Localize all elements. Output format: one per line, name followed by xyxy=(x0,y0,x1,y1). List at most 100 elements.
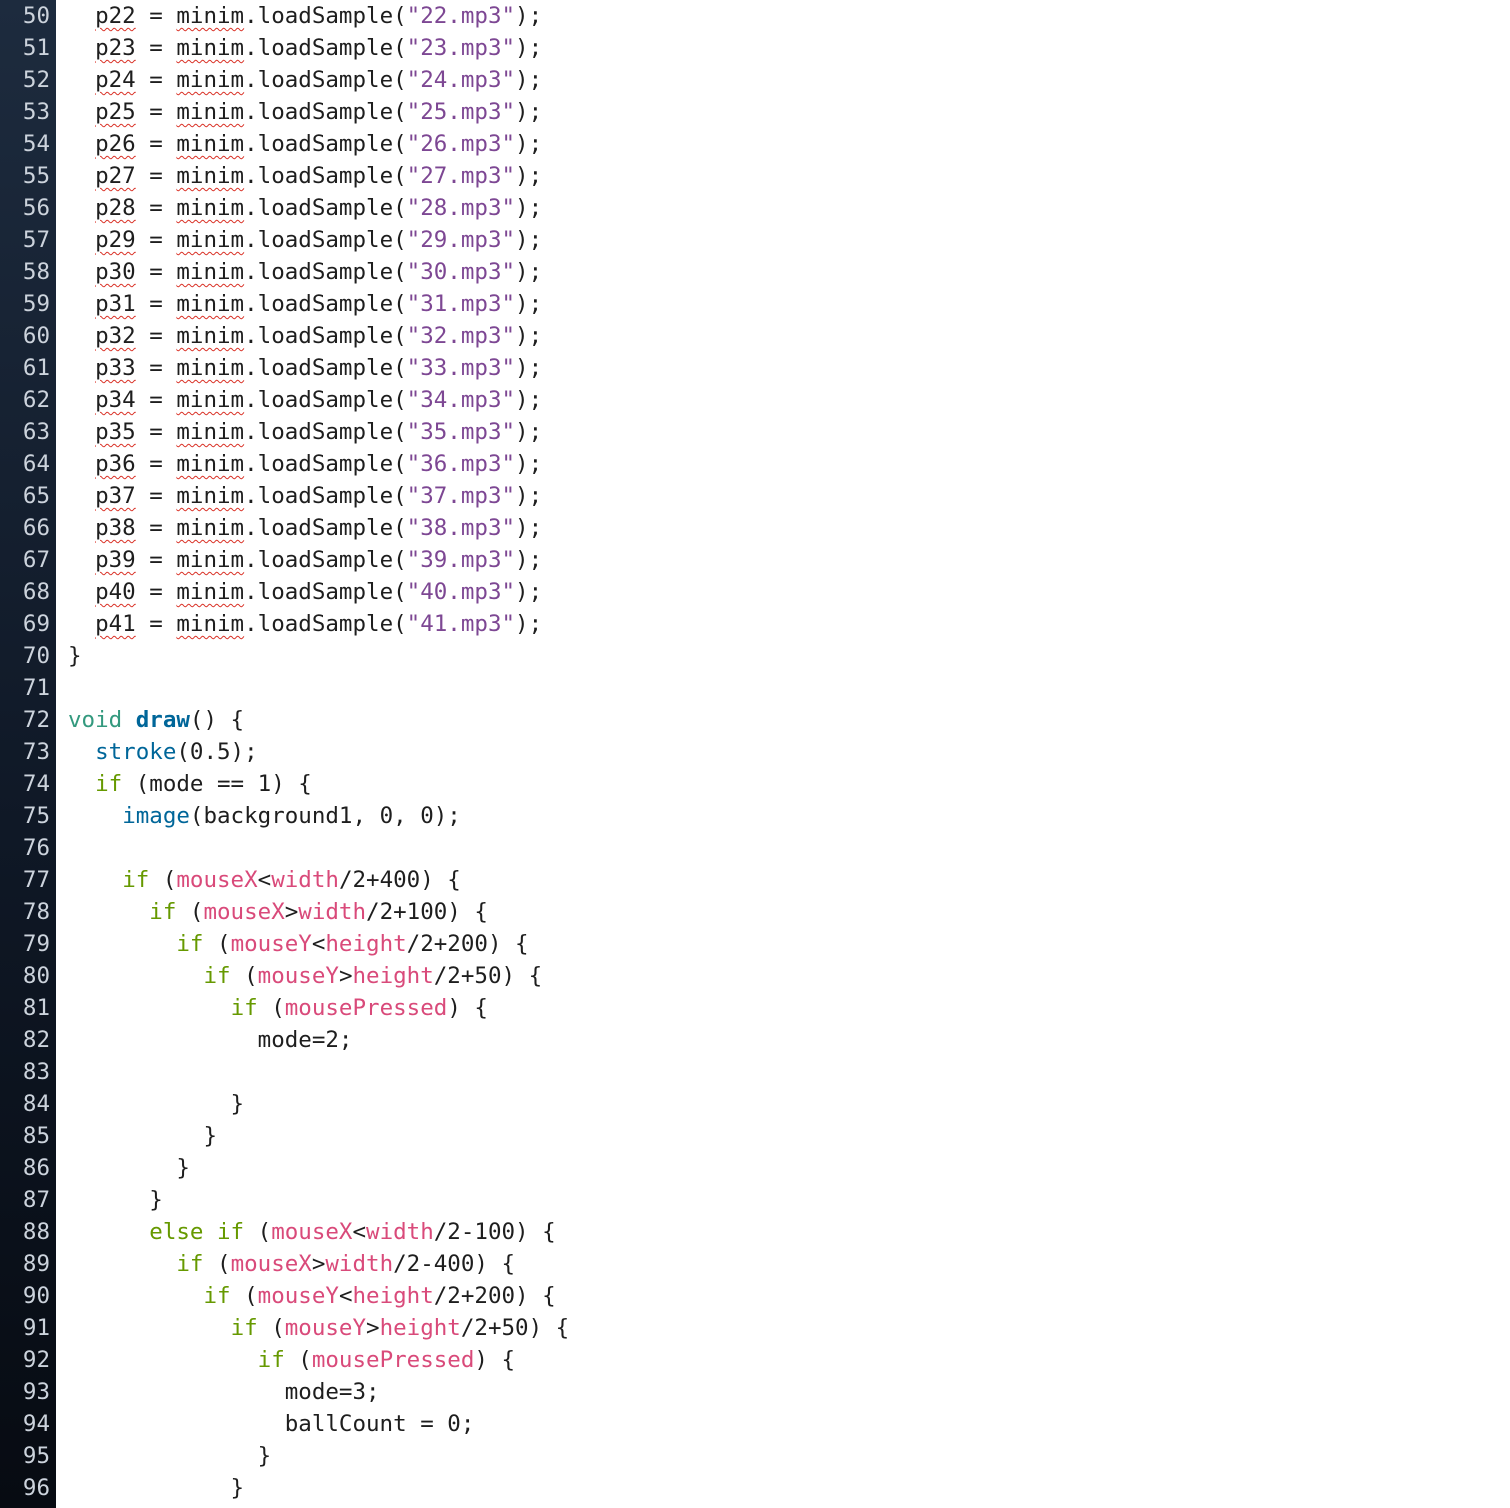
code-line[interactable]: 52 p24 = minim.loadSample("24.mp3"); xyxy=(0,64,1510,96)
code-token: ); xyxy=(515,99,543,125)
code-token: = xyxy=(135,451,177,477)
code-text[interactable]: if (mouseX>width/2-400) { xyxy=(68,1248,515,1280)
code-line[interactable]: 84 } xyxy=(0,1088,1510,1120)
code-line[interactable]: 50 p22 = minim.loadSample("22.mp3"); xyxy=(0,0,1510,32)
code-line[interactable]: 51 p23 = minim.loadSample("23.mp3"); xyxy=(0,32,1510,64)
code-line[interactable]: 95 } xyxy=(0,1440,1510,1472)
code-text[interactable]: p38 = minim.loadSample("38.mp3"); xyxy=(68,512,542,544)
code-text[interactable]: p31 = minim.loadSample("31.mp3"); xyxy=(68,288,542,320)
code-line[interactable]: 77 if (mouseX<width/2+400) { xyxy=(0,864,1510,896)
code-line[interactable]: 94 ballCount = 0; xyxy=(0,1408,1510,1440)
code-text[interactable]: else if (mouseX<width/2-100) { xyxy=(68,1216,555,1248)
code-text[interactable]: p29 = minim.loadSample("29.mp3"); xyxy=(68,224,542,256)
code-line[interactable]: 89 if (mouseX>width/2-400) { xyxy=(0,1248,1510,1280)
code-text[interactable]: p32 = minim.loadSample("32.mp3"); xyxy=(68,320,542,352)
code-text[interactable]: } xyxy=(68,1152,190,1184)
code-line[interactable]: 83 xyxy=(0,1056,1510,1088)
code-line[interactable]: 96 } xyxy=(0,1472,1510,1504)
code-line[interactable]: 69 p41 = minim.loadSample("41.mp3"); xyxy=(0,608,1510,640)
code-line[interactable]: 71 xyxy=(0,672,1510,704)
code-text[interactable]: p22 = minim.loadSample("22.mp3"); xyxy=(68,0,542,32)
code-text[interactable]: stroke(0.5); xyxy=(68,736,258,768)
code-text[interactable]: } xyxy=(68,1088,245,1120)
code-line[interactable]: 68 p40 = minim.loadSample("40.mp3"); xyxy=(0,576,1510,608)
error-token: minim xyxy=(176,419,245,445)
code-line[interactable]: 82 mode=2; xyxy=(0,1024,1510,1056)
code-text[interactable]: if (mouseY<height/2+200) { xyxy=(68,1280,555,1312)
code-line[interactable]: 65 p37 = minim.loadSample("37.mp3"); xyxy=(0,480,1510,512)
code-text[interactable]: if (mode == 1) { xyxy=(68,768,312,800)
code-line[interactable]: 73 stroke(0.5); xyxy=(0,736,1510,768)
code-line[interactable]: 70} xyxy=(0,640,1510,672)
code-text[interactable]: if (mousePressed) { xyxy=(68,1344,515,1376)
code-line[interactable]: 79 if (mouseY<height/2+200) { xyxy=(0,928,1510,960)
code-line[interactable]: 78 if (mouseX>width/2+100) { xyxy=(0,896,1510,928)
code-line[interactable]: 72 void draw() { xyxy=(0,704,1510,736)
code-text[interactable]: ballCount = 0; xyxy=(68,1408,475,1440)
code-text[interactable]: p40 = minim.loadSample("40.mp3"); xyxy=(68,576,542,608)
code-text[interactable]: p41 = minim.loadSample("41.mp3"); xyxy=(68,608,542,640)
code-text[interactable]: if (mouseX>width/2+100) { xyxy=(68,896,488,928)
code-text[interactable]: mode=3; xyxy=(68,1376,380,1408)
code-token: ); xyxy=(515,483,543,509)
code-text[interactable]: } xyxy=(68,1472,245,1504)
error-token: p24 xyxy=(95,67,136,93)
code-token: ); xyxy=(515,547,543,573)
code-line[interactable]: 93 mode=3; xyxy=(0,1376,1510,1408)
code-line[interactable]: 75 image(background1, 0, 0); xyxy=(0,800,1510,832)
code-line[interactable]: 90 if (mouseY<height/2+200) { xyxy=(0,1280,1510,1312)
code-text[interactable]: p39 = minim.loadSample("39.mp3"); xyxy=(68,544,542,576)
code-line[interactable]: 85 } xyxy=(0,1120,1510,1152)
code-line[interactable]: 76 xyxy=(0,832,1510,864)
code-text[interactable]: void draw() { xyxy=(68,704,244,736)
code-line[interactable]: 61 p33 = minim.loadSample("33.mp3"); xyxy=(0,352,1510,384)
code-editor[interactable]: 50 p22 = minim.loadSample("22.mp3"); 51 p… xyxy=(0,0,1510,1508)
code-line[interactable]: 64 p36 = minim.loadSample("36.mp3"); xyxy=(0,448,1510,480)
code-line[interactable]: 58 p30 = minim.loadSample("30.mp3"); xyxy=(0,256,1510,288)
code-line[interactable]: 81 if (mousePressed) { xyxy=(0,992,1510,1024)
code-line[interactable]: 87 } xyxy=(0,1184,1510,1216)
code-text[interactable]: if (mousePressed) { xyxy=(68,992,488,1024)
code-text[interactable]: } xyxy=(68,1120,217,1152)
code-line[interactable]: 88 else if (mouseX<width/2-100) { xyxy=(0,1216,1510,1248)
code-text[interactable]: if (mouseY<height/2+200) { xyxy=(68,928,528,960)
code-text[interactable]: if (mouseX<width/2+400) { xyxy=(68,864,461,896)
code-text[interactable]: } xyxy=(68,640,82,672)
code-text[interactable]: p25 = minim.loadSample("25.mp3"); xyxy=(68,96,542,128)
code-line[interactable]: 63 p35 = minim.loadSample("35.mp3"); xyxy=(0,416,1510,448)
code-line[interactable]: 59 p31 = minim.loadSample("31.mp3"); xyxy=(0,288,1510,320)
code-text[interactable]: p26 = minim.loadSample("26.mp3"); xyxy=(68,128,542,160)
code-line[interactable]: 91 if (mouseY>height/2+50) { xyxy=(0,1312,1510,1344)
code-text[interactable]: if (mouseY>height/2+50) { xyxy=(68,960,542,992)
code-line[interactable]: 62 p34 = minim.loadSample("34.mp3"); xyxy=(0,384,1510,416)
code-text[interactable]: image(background1, 0, 0); xyxy=(68,800,461,832)
code-text[interactable]: mode=2; xyxy=(68,1024,353,1056)
code-text[interactable]: p28 = minim.loadSample("28.mp3"); xyxy=(68,192,542,224)
code-line[interactable]: 86 } xyxy=(0,1152,1510,1184)
code-line[interactable]: 56 p28 = minim.loadSample("28.mp3"); xyxy=(0,192,1510,224)
code-line[interactable]: 92 if (mousePressed) { xyxy=(0,1344,1510,1376)
code-line[interactable]: 57 p29 = minim.loadSample("29.mp3"); xyxy=(0,224,1510,256)
code-text[interactable]: p33 = minim.loadSample("33.mp3"); xyxy=(68,352,542,384)
code-line[interactable]: 53 p25 = minim.loadSample("25.mp3"); xyxy=(0,96,1510,128)
code-text[interactable]: } xyxy=(68,1440,272,1472)
code-text[interactable]: p35 = minim.loadSample("35.mp3"); xyxy=(68,416,542,448)
code-line[interactable]: 55 p27 = minim.loadSample("27.mp3"); xyxy=(0,160,1510,192)
code-line[interactable]: 54 p26 = minim.loadSample("26.mp3"); xyxy=(0,128,1510,160)
code-text[interactable]: p23 = minim.loadSample("23.mp3"); xyxy=(68,32,542,64)
code-line[interactable]: 67 p39 = minim.loadSample("39.mp3"); xyxy=(0,544,1510,576)
code-text[interactable]: p30 = minim.loadSample("30.mp3"); xyxy=(68,256,542,288)
code-text[interactable]: if (mouseY>height/2+50) { xyxy=(68,1312,570,1344)
code-text[interactable]: p37 = minim.loadSample("37.mp3"); xyxy=(68,480,542,512)
code-text[interactable]: p27 = minim.loadSample("27.mp3"); xyxy=(68,160,542,192)
code-text[interactable]: p34 = minim.loadSample("34.mp3"); xyxy=(68,384,542,416)
code-line[interactable]: 60 p32 = minim.loadSample("32.mp3"); xyxy=(0,320,1510,352)
code-text[interactable]: p36 = minim.loadSample("36.mp3"); xyxy=(68,448,542,480)
code-line[interactable]: 74 if (mode == 1) { xyxy=(0,768,1510,800)
code-line[interactable]: 80 if (mouseY>height/2+50) { xyxy=(0,960,1510,992)
code-line[interactable]: 66 p38 = minim.loadSample("38.mp3"); xyxy=(0,512,1510,544)
code-token: if xyxy=(257,1347,285,1373)
code-text[interactable]: } xyxy=(68,1184,163,1216)
code-text[interactable]: p24 = minim.loadSample("24.mp3"); xyxy=(68,64,542,96)
